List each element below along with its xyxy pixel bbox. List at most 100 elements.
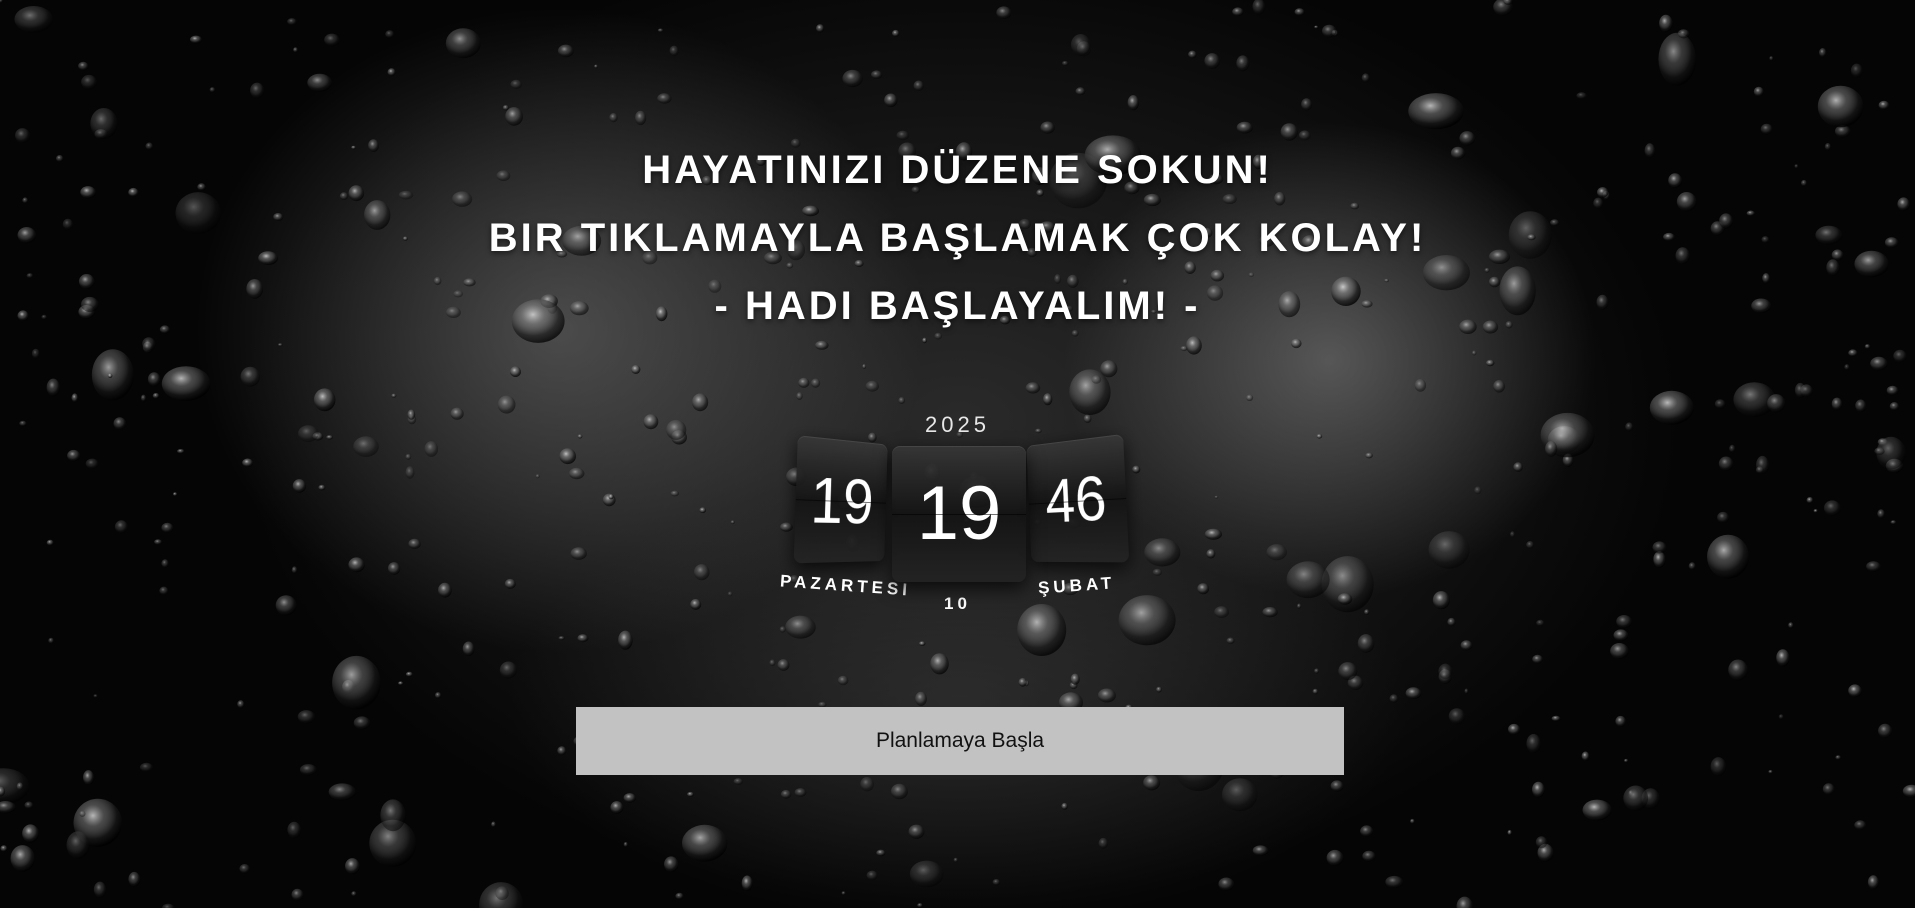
raindrop (1069, 369, 1111, 416)
raindrop (1460, 640, 1473, 651)
raindrop (609, 113, 618, 123)
raindrop (608, 494, 614, 500)
raindrop (930, 653, 949, 675)
raindrop (635, 110, 647, 126)
raindrop (237, 700, 245, 709)
raindrop (240, 366, 261, 387)
raindrop (297, 710, 316, 724)
raindrop (287, 18, 297, 26)
raindrop (1226, 637, 1235, 644)
raindrop (190, 35, 202, 44)
raindrop (934, 332, 942, 340)
raindrop (769, 659, 776, 667)
raindrop (557, 44, 574, 58)
raindrop (10, 845, 35, 872)
raindrop (380, 799, 406, 832)
raindrop (22, 824, 39, 843)
raindrop (837, 675, 849, 686)
raindrop (1075, 87, 1086, 96)
raindrop (307, 73, 333, 92)
raindrop (913, 80, 924, 92)
raindrop (293, 47, 298, 53)
raindrop (1301, 98, 1313, 111)
raindrop (1676, 192, 1697, 212)
raindrop (1448, 708, 1466, 725)
raindrop (1236, 55, 1250, 72)
raindrop (777, 659, 790, 671)
raindrop (1484, 267, 1490, 273)
raindrop (1717, 511, 1730, 524)
raindrop (1778, 714, 1784, 720)
raindrop (1545, 441, 1558, 457)
raindrop (139, 762, 154, 773)
raindrop (785, 615, 816, 639)
raindrop (884, 93, 898, 108)
raindrop (1623, 785, 1649, 811)
raindrop (278, 343, 283, 347)
raindrop (491, 821, 496, 828)
raindrop (0, 845, 8, 852)
raindrop (1710, 757, 1727, 777)
headline-line-1: HAYATINIZI DÜZENE SOKUN! (642, 148, 1273, 192)
raindrop (353, 716, 371, 730)
raindrop (177, 449, 185, 454)
raindrop (815, 340, 829, 350)
raindrop (1312, 688, 1319, 695)
headline-line-2: BIR TIKLAMAYLA BAŞLAMAK ÇOK KOLAY! (488, 216, 1427, 260)
raindrop (332, 655, 381, 710)
raindrop (1456, 896, 1473, 908)
raindrop (15, 128, 30, 144)
raindrop (1091, 375, 1102, 384)
raindrop (114, 520, 128, 534)
raindrop (405, 453, 412, 460)
start-planning-button[interactable]: Planlamaya Başla (576, 707, 1344, 775)
raindrop (1513, 462, 1523, 472)
raindrop (1337, 593, 1353, 605)
raindrop (152, 392, 160, 399)
raindrop (140, 394, 147, 402)
raindrop (324, 33, 340, 47)
raindrop (570, 547, 587, 560)
raindrop (161, 522, 174, 533)
raindrop (917, 903, 923, 908)
raindrop (996, 6, 1012, 19)
raindrop (1365, 452, 1373, 459)
raindrop (1204, 528, 1222, 540)
raindrop (1576, 92, 1587, 100)
raindrop (1438, 663, 1453, 680)
raindrop (1362, 850, 1376, 862)
clock-hour-tile: 19 (793, 435, 888, 564)
raindrop (1322, 24, 1337, 38)
raindrop (83, 770, 94, 786)
raindrop (1132, 465, 1141, 474)
raindrop (93, 881, 107, 898)
headline-line-3: - HADI BAŞLAYALIM! - (714, 284, 1201, 328)
raindrop (569, 467, 585, 480)
raindrop (1184, 261, 1196, 275)
raindrop (1314, 25, 1319, 29)
raindrop (953, 857, 958, 863)
raindrop (405, 466, 415, 479)
raindrop (876, 849, 886, 857)
raindrop (594, 64, 598, 69)
raindrop (1615, 715, 1626, 727)
raindrop (1262, 607, 1278, 618)
raindrop (1474, 486, 1482, 495)
raindrop (558, 636, 565, 641)
raindrop (699, 507, 706, 514)
raindrop (1274, 192, 1286, 206)
raindrop (1493, 380, 1505, 393)
raindrop (345, 858, 360, 875)
raindrop (798, 377, 810, 388)
raindrop (1291, 338, 1302, 349)
raindrop (1156, 686, 1162, 693)
clock-minute-tile: 19 (892, 446, 1026, 582)
raindrop (1152, 568, 1163, 576)
raindrop (452, 191, 473, 207)
raindrop (623, 793, 636, 803)
raindrop (871, 70, 883, 79)
raindrop (1314, 668, 1320, 674)
raindrop (1653, 551, 1666, 568)
raindrop (1714, 399, 1726, 409)
raindrop (91, 349, 134, 401)
